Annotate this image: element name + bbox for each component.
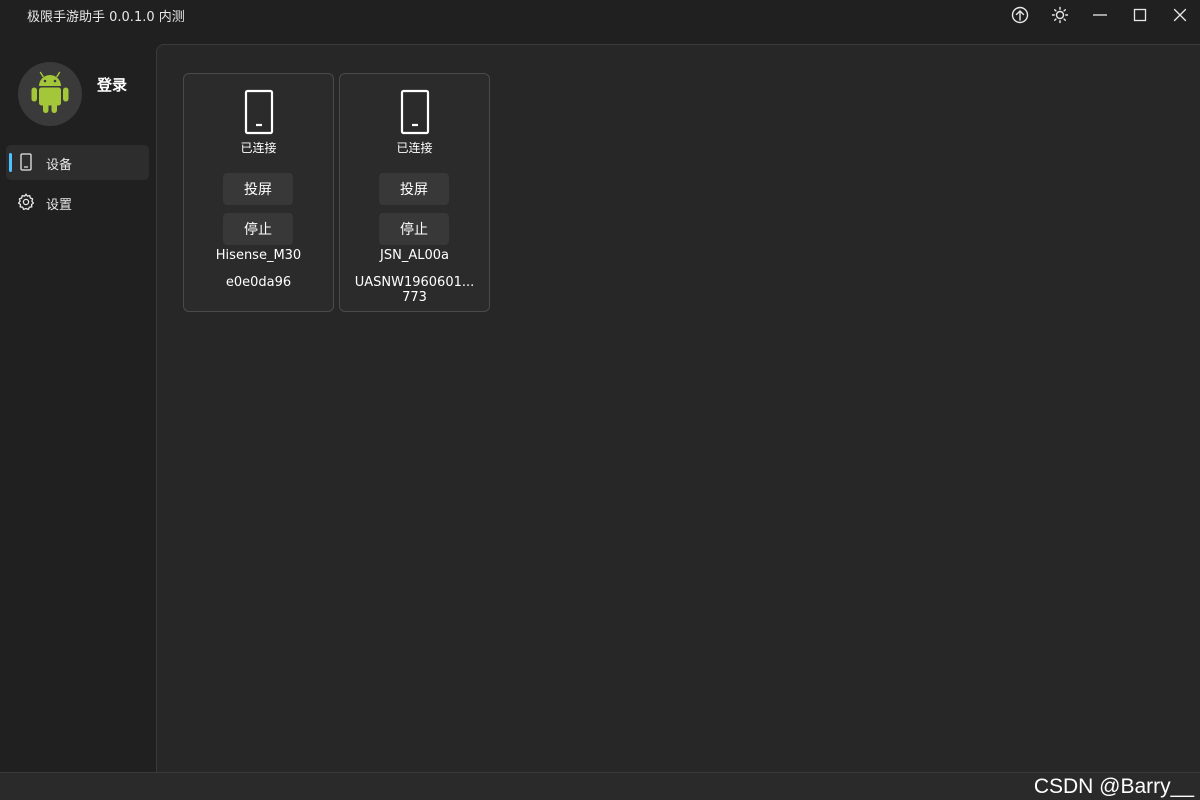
cast-screen-button[interactable]: 投屏	[379, 173, 449, 205]
stop-button[interactable]: 停止	[379, 213, 449, 245]
minimize-icon	[1093, 14, 1107, 16]
phone-device-icon	[244, 89, 274, 135]
theme-toggle-button[interactable]	[1042, 2, 1078, 28]
sidebar-item-settings[interactable]: 设置	[6, 185, 149, 220]
device-list-panel: 已连接 投屏 停止 Hisense_M30 e0e0da96 已连接 投屏 停止…	[156, 44, 1200, 772]
title-bar: 极限手游助手 0.0.1.0 内测	[0, 0, 1200, 30]
watermark: CSDN @Barry__	[1033, 775, 1194, 798]
connection-status: 已连接	[240, 141, 277, 155]
phone-icon	[17, 153, 35, 171]
device-serial-line: UASNW1960601...	[354, 275, 475, 290]
upload-button[interactable]	[1002, 2, 1038, 28]
theme-sun-icon	[1051, 6, 1069, 24]
minimize-button[interactable]	[1082, 2, 1118, 28]
app-title: 极限手游助手 0.0.1.0 内测	[27, 10, 185, 25]
device-model: Hisense_M30	[215, 248, 302, 263]
device-serial-line: 773	[402, 290, 427, 305]
upload-icon	[1011, 6, 1029, 24]
avatar[interactable]	[18, 62, 82, 126]
gear-icon	[17, 193, 35, 211]
device-serial: e0e0da96	[190, 275, 327, 290]
status-bar: CSDN @Barry__	[0, 772, 1200, 800]
android-robot-icon	[31, 71, 69, 113]
device-card: 已连接 投屏 停止 Hisense_M30 e0e0da96	[183, 73, 334, 312]
sidebar-item-label: 设置	[46, 198, 73, 213]
device-model: JSN_AL00a	[380, 248, 449, 263]
maximize-icon	[1133, 8, 1147, 22]
phone-device-icon	[400, 89, 430, 135]
sidebar: 登录 设备 设置	[0, 30, 156, 772]
stop-button[interactable]: 停止	[223, 213, 293, 245]
sidebar-item-label: 设备	[46, 158, 73, 173]
device-card: 已连接 投屏 停止 JSN_AL00a UASNW1960601... 773	[339, 73, 490, 312]
active-indicator	[9, 153, 12, 172]
device-serial-line: e0e0da96	[225, 275, 292, 290]
login-link[interactable]: 登录	[97, 74, 127, 95]
close-icon	[1173, 8, 1187, 22]
cast-screen-button[interactable]: 投屏	[223, 173, 293, 205]
close-button[interactable]	[1162, 2, 1198, 28]
device-serial: UASNW1960601... 773	[346, 275, 483, 305]
connection-status: 已连接	[396, 141, 433, 155]
sidebar-item-devices[interactable]: 设备	[6, 145, 149, 180]
maximize-button[interactable]	[1122, 2, 1158, 28]
